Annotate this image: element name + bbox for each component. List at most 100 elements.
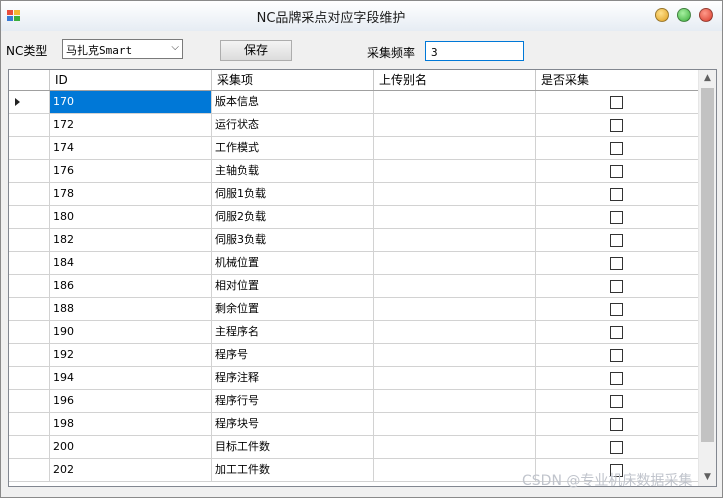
chevron-down-icon[interactable]: ⌵ xyxy=(171,42,179,53)
collect-checkbox[interactable] xyxy=(610,188,623,201)
close-button[interactable] xyxy=(699,8,713,22)
collect-cell[interactable] xyxy=(536,436,699,459)
row-header[interactable] xyxy=(9,183,50,206)
id-cell[interactable]: 188 xyxy=(50,298,212,321)
table-row[interactable]: 172 运行状态 xyxy=(9,114,699,137)
row-header[interactable] xyxy=(9,275,50,298)
table-row[interactable]: 176 主轴负载 xyxy=(9,160,699,183)
table-row[interactable]: 192 程序号 xyxy=(9,344,699,367)
row-header[interactable] xyxy=(9,229,50,252)
collect-cell[interactable] xyxy=(536,367,699,390)
alias-cell[interactable] xyxy=(374,367,536,390)
table-row[interactable]: 188 剩余位置 xyxy=(9,298,699,321)
collect-cell[interactable] xyxy=(536,137,699,160)
collect-checkbox[interactable] xyxy=(610,165,623,178)
table-row[interactable]: 194 程序注释 xyxy=(9,367,699,390)
row-header[interactable] xyxy=(9,252,50,275)
table-row[interactable]: 178 伺服1负载 xyxy=(9,183,699,206)
collect-checkbox[interactable] xyxy=(610,349,623,362)
collect-cell[interactable] xyxy=(536,298,699,321)
table-row[interactable]: 170 版本信息 xyxy=(9,91,699,114)
item-cell[interactable]: 工作模式 xyxy=(212,137,374,160)
table-row[interactable]: 180 伺服2负载 xyxy=(9,206,699,229)
table-row[interactable]: 190 主程序名 xyxy=(9,321,699,344)
row-header[interactable] xyxy=(9,344,50,367)
collect-checkbox[interactable] xyxy=(610,96,623,109)
id-cell[interactable]: 192 xyxy=(50,344,212,367)
table-row[interactable]: 184 机械位置 xyxy=(9,252,699,275)
id-cell[interactable]: 178 xyxy=(50,183,212,206)
collect-cell[interactable] xyxy=(536,160,699,183)
item-cell[interactable]: 相对位置 xyxy=(212,275,374,298)
maximize-button[interactable] xyxy=(677,8,691,22)
freq-input[interactable] xyxy=(429,43,525,61)
collect-cell[interactable] xyxy=(536,390,699,413)
alias-cell[interactable] xyxy=(374,413,536,436)
collect-cell[interactable] xyxy=(536,275,699,298)
table-row[interactable]: 186 相对位置 xyxy=(9,275,699,298)
table-row[interactable]: 182 伺服3负载 xyxy=(9,229,699,252)
row-header[interactable] xyxy=(9,413,50,436)
collect-checkbox[interactable] xyxy=(610,326,623,339)
item-cell[interactable]: 机械位置 xyxy=(212,252,374,275)
collect-checkbox[interactable] xyxy=(610,418,623,431)
alias-cell[interactable] xyxy=(374,321,536,344)
row-header[interactable] xyxy=(9,137,50,160)
collect-checkbox[interactable] xyxy=(610,257,623,270)
item-cell[interactable]: 程序注释 xyxy=(212,367,374,390)
row-header[interactable] xyxy=(9,390,50,413)
item-cell[interactable]: 伺服2负载 xyxy=(212,206,374,229)
alias-cell[interactable] xyxy=(374,459,536,482)
id-cell[interactable]: 170 xyxy=(50,91,212,114)
collect-checkbox[interactable] xyxy=(610,372,623,385)
alias-cell[interactable] xyxy=(374,137,536,160)
collect-checkbox[interactable] xyxy=(610,119,623,132)
row-header[interactable] xyxy=(9,459,50,482)
id-cell[interactable]: 184 xyxy=(50,252,212,275)
alias-cell[interactable] xyxy=(374,436,536,459)
item-cell[interactable]: 伺服3负载 xyxy=(212,229,374,252)
item-cell[interactable]: 程序行号 xyxy=(212,390,374,413)
item-cell[interactable]: 目标工件数 xyxy=(212,436,374,459)
collect-cell[interactable] xyxy=(536,183,699,206)
scroll-down-icon[interactable]: ▼ xyxy=(699,469,716,486)
scroll-thumb[interactable] xyxy=(701,88,714,442)
collect-cell[interactable] xyxy=(536,91,699,114)
collect-cell[interactable] xyxy=(536,344,699,367)
row-header[interactable] xyxy=(9,160,50,183)
alias-cell[interactable] xyxy=(374,275,536,298)
scroll-up-icon[interactable]: ▲ xyxy=(699,70,716,87)
collect-cell[interactable] xyxy=(536,229,699,252)
collect-checkbox[interactable] xyxy=(610,142,623,155)
nc-type-select[interactable]: 马扎克Smart ⌵ xyxy=(62,39,183,59)
id-cell[interactable]: 190 xyxy=(50,321,212,344)
alias-cell[interactable] xyxy=(374,160,536,183)
item-cell[interactable]: 主轴负载 xyxy=(212,160,374,183)
minimize-button[interactable] xyxy=(655,8,669,22)
freq-input-box[interactable] xyxy=(425,41,525,61)
id-cell[interactable]: 194 xyxy=(50,367,212,390)
collect-checkbox[interactable] xyxy=(610,441,623,454)
id-cell[interactable]: 198 xyxy=(50,413,212,436)
alias-cell[interactable] xyxy=(374,252,536,275)
row-header[interactable] xyxy=(9,436,50,459)
collect-cell[interactable] xyxy=(536,252,699,275)
item-cell[interactable]: 运行状态 xyxy=(212,114,374,137)
id-cell[interactable]: 186 xyxy=(50,275,212,298)
id-cell[interactable]: 182 xyxy=(50,229,212,252)
row-header[interactable] xyxy=(9,298,50,321)
id-cell[interactable]: 180 xyxy=(50,206,212,229)
collect-checkbox[interactable] xyxy=(610,395,623,408)
vertical-scrollbar[interactable]: ▲ ▼ xyxy=(698,70,716,486)
table-row[interactable]: 196 程序行号 xyxy=(9,390,699,413)
alias-cell[interactable] xyxy=(374,183,536,206)
item-cell[interactable]: 主程序名 xyxy=(212,321,374,344)
item-cell[interactable]: 程序号 xyxy=(212,344,374,367)
column-header-item[interactable]: 采集项 xyxy=(212,70,374,90)
alias-cell[interactable] xyxy=(374,229,536,252)
collect-checkbox[interactable] xyxy=(610,280,623,293)
alias-cell[interactable] xyxy=(374,91,536,114)
save-button[interactable]: 保存 xyxy=(220,40,292,61)
id-cell[interactable]: 196 xyxy=(50,390,212,413)
table-row[interactable]: 174 工作模式 xyxy=(9,137,699,160)
